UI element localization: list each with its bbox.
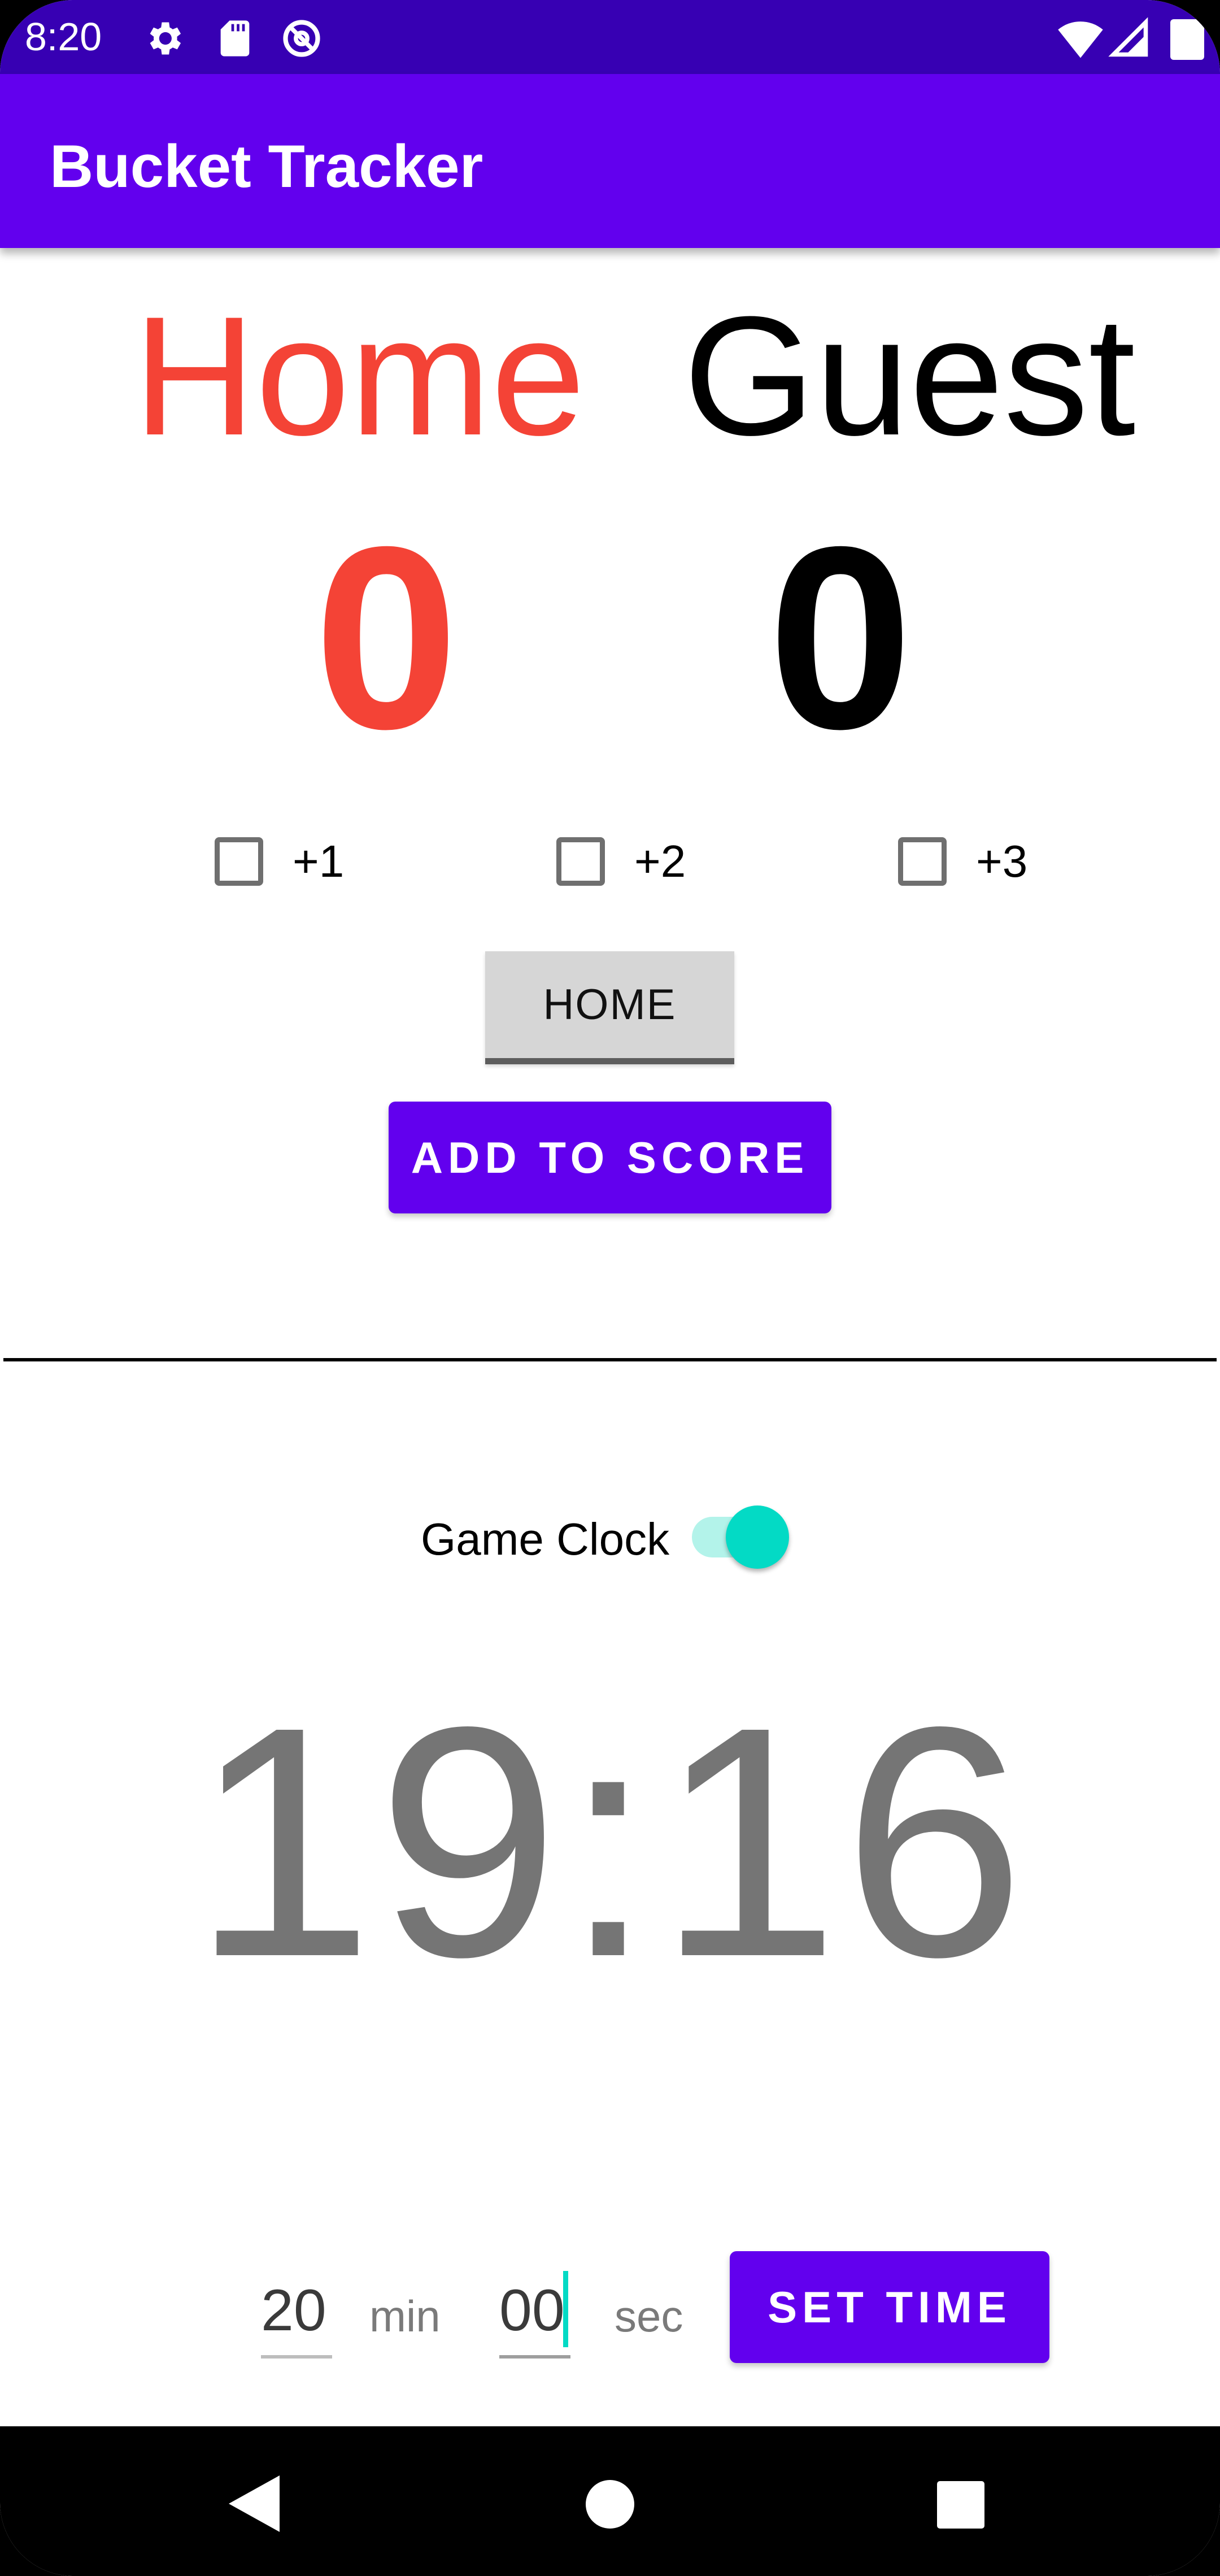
- seconds-value: 00: [499, 2278, 565, 2343]
- gear-icon: [150, 22, 181, 55]
- plus-two-checkbox[interactable]: +2: [556, 830, 686, 893]
- navigation-bar: [0, 2426, 1220, 2576]
- minutes-value: 20: [261, 2278, 326, 2343]
- home-score: 0: [314, 493, 459, 783]
- text-cursor: [563, 2271, 568, 2347]
- add-to-score-button[interactable]: ADD TO SCORE: [389, 1102, 831, 1213]
- seconds-unit-label: sec: [615, 2291, 683, 2341]
- plus-one-checkbox[interactable]: +1: [215, 830, 344, 893]
- game-clock-display: 19:16: [191, 1659, 1029, 2025]
- checkbox-label: +1: [293, 836, 345, 886]
- home-icon[interactable]: [586, 2480, 634, 2529]
- seconds-input[interactable]: 00: [499, 2268, 570, 2359]
- game-clock-label: Game Clock: [421, 1514, 670, 1564]
- minutes-underline: [261, 2355, 332, 2359]
- app-title: Bucket Tracker: [50, 132, 483, 200]
- minutes-input[interactable]: 20: [261, 2268, 332, 2359]
- guest-score: 0: [768, 493, 913, 783]
- team-toggle-button[interactable]: HOME: [485, 951, 734, 1064]
- status-time: 8:20: [25, 15, 102, 59]
- checkbox-label: +3: [976, 836, 1028, 886]
- signal-icon: [1108, 17, 1148, 57]
- plus-three-checkbox[interactable]: +3: [898, 830, 1027, 893]
- battery-icon: [1170, 19, 1204, 60]
- checkbox-box[interactable]: [898, 837, 947, 886]
- recents-icon[interactable]: [937, 2481, 984, 2529]
- checkbox-label: +2: [634, 836, 686, 886]
- minutes-unit-label: min: [369, 2291, 441, 2341]
- checkbox-box[interactable]: [556, 837, 605, 886]
- seconds-underline: [499, 2355, 570, 2359]
- home-team-label: Home: [133, 281, 586, 471]
- checkbox-box[interactable]: [215, 837, 263, 886]
- status-bar: 8:20: [0, 0, 1220, 74]
- divider: [3, 1358, 1217, 1361]
- app-screen: 8:20 Bucket Tracker Home Guest 0 0 +1 +2…: [0, 0, 1220, 2576]
- game-clock-switch-thumb[interactable]: [726, 1505, 789, 1569]
- sd-card-icon: [220, 20, 250, 56]
- back-icon[interactable]: [229, 2475, 280, 2532]
- guest-team-label: Guest: [683, 281, 1136, 471]
- do-not-disturb-icon: [283, 20, 320, 57]
- wifi-icon: [1058, 21, 1103, 58]
- set-time-button[interactable]: SET TIME: [730, 2251, 1049, 2363]
- app-bar: Bucket Tracker: [0, 74, 1220, 248]
